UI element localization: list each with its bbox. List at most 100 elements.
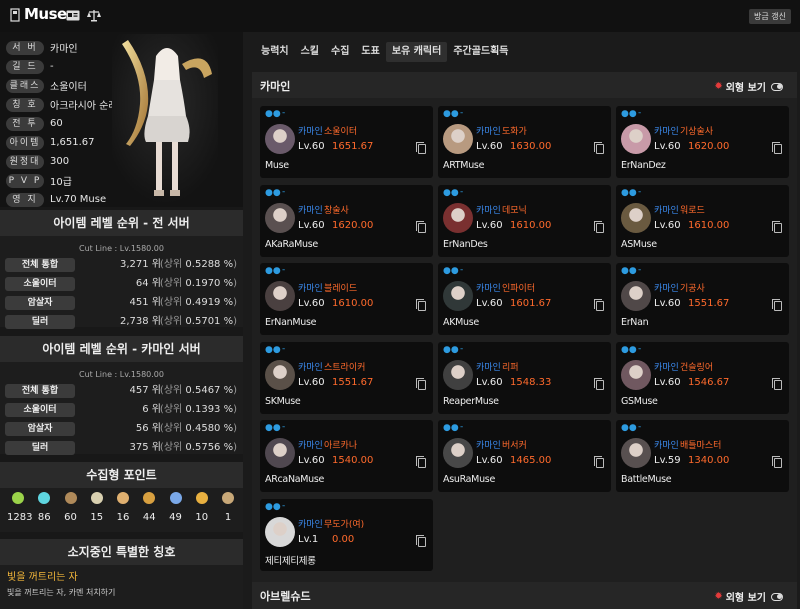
burst-icon: ✹ [714, 591, 723, 602]
look-toggle[interactable]: ✹ 외형 보기 [714, 79, 783, 94]
tab-4[interactable]: 보유 캐릭터 [385, 42, 448, 62]
copy-icon[interactable] [416, 220, 426, 233]
rank-percent: (상위 0.5288 %) [159, 259, 237, 270]
character-avatar [621, 202, 651, 233]
copy-icon[interactable] [772, 377, 782, 390]
collect-item[interactable]: 15 [86, 492, 108, 523]
character-avatar [621, 438, 651, 468]
character-class: 스트라이커 [324, 362, 366, 373]
top-bar: Muse 방금 갱신 [0, 0, 800, 32]
collect-item[interactable]: 60 [60, 492, 82, 523]
character-item-level: 1551.67 [332, 376, 374, 388]
collect-value: 15 [90, 512, 104, 523]
character-card[interactable]: ●● - 카마인 기상술사 Lv.60 1620.00 ErNanDez [616, 106, 789, 178]
collect-item[interactable]: 16 [112, 492, 134, 523]
character-card[interactable]: ●● - 카마인 도화가 Lv.60 1630.00 ARTMuse [438, 106, 611, 178]
tab-3[interactable]: 도표 [355, 42, 385, 62]
server-name: 아브렐슈드 [260, 590, 311, 603]
profile-value: - [50, 61, 54, 72]
character-card[interactable]: ●● - 카마인 아르카나 Lv.60 1540.00 ARcaNaMuse [260, 420, 433, 492]
character-name: ErNanMuse [265, 317, 317, 328]
copy-icon[interactable] [772, 142, 782, 154]
character-level: Lv.60 [654, 141, 681, 152]
copy-icon[interactable] [416, 377, 426, 390]
refresh-button[interactable]: 방금 갱신 [749, 9, 791, 24]
look-toggle[interactable]: ✹ 외형 보기 [714, 589, 783, 604]
character-card[interactable]: ●● - 카마인 데모닉 Lv.60 1610.00 ErNanDes [438, 184, 611, 257]
character-card[interactable]: ●● - 카마인 무도가(여) Lv.1 0.00 제티제티제롱 [260, 498, 433, 571]
character-level: Lv.60 [654, 298, 681, 309]
character-card[interactable]: ●● - 카마인 창술사 Lv.60 1620.00 AKaRaMuse [260, 184, 433, 257]
character-class: 데모닉 [502, 205, 527, 216]
rank-label: 암살자 [5, 422, 75, 436]
character-avatar [443, 202, 473, 233]
character-card[interactable]: ●● - 카마인 블레이드 Lv.60 1610.00 ErNanMuse [260, 263, 433, 335]
copy-icon[interactable] [772, 220, 782, 233]
character-class: 배틀마스터 [680, 441, 722, 451]
id-card-icon[interactable] [66, 10, 80, 21]
character-card[interactable]: ●● - 카마인 스트라이커 Lv.60 1551.67 SKMuse [260, 341, 433, 414]
guild-dash: - [638, 422, 642, 432]
character-card[interactable]: ●● - 카마인 건슬링어 Lv.60 1546.67 GSMuse [616, 341, 789, 414]
character-name: AKMuse [443, 317, 479, 328]
rank-value: 56 위 [135, 423, 161, 434]
character-class: 무도가(여) [324, 519, 365, 530]
character-server: 카마인 [298, 519, 323, 530]
character-server: 카마인 [654, 205, 679, 216]
copy-icon[interactable] [416, 142, 426, 154]
users-icon: ●● [621, 187, 637, 198]
tab-0[interactable]: 능력치 [255, 42, 295, 62]
toggle-icon[interactable] [771, 592, 783, 601]
tab-5[interactable]: 주간골드획득 [447, 42, 514, 62]
copy-icon[interactable] [594, 456, 604, 468]
collect-item[interactable]: 86 [33, 492, 55, 523]
collect-item[interactable]: 1 [217, 492, 239, 523]
character-class: 버서커 [502, 441, 527, 451]
character-card[interactable]: ●● - 카마인 리퍼 Lv.60 1548.33 ReaperMuse [438, 341, 611, 414]
character-card[interactable]: ●● - 카마인 기공사 Lv.60 1551.67 ErNan [616, 263, 789, 335]
character-card[interactable]: ●● - 카마인 버서커 Lv.60 1465.00 AsuRaMuse [438, 420, 611, 492]
profile-value: 10급 [50, 177, 72, 188]
guild-dash: - [282, 108, 286, 118]
tab-2[interactable]: 수집 [325, 42, 355, 62]
tab-1[interactable]: 스킬 [295, 42, 325, 62]
character-name: ARcaNaMuse [265, 474, 325, 485]
bookmark-icon[interactable] [9, 8, 21, 22]
copy-icon[interactable] [416, 534, 426, 547]
look-label: 외형 보기 [725, 83, 766, 94]
rank-server-cutline: Cut Line : Lv.1580.00 [79, 370, 164, 379]
collect-item[interactable]: 49 [165, 492, 187, 523]
collect-item[interactable]: 10 [191, 492, 213, 523]
character-card[interactable]: ●● - 카마인 인파이터 Lv.60 1601.67 AKMuse [438, 263, 611, 335]
copy-icon[interactable] [772, 299, 782, 311]
character-class: 아르카나 [324, 441, 358, 451]
character-item-level: 1465.00 [510, 455, 552, 466]
character-card[interactable]: ●● - 카마인 배틀마스터 Lv.59 1340.00 BattleMuse [616, 420, 789, 492]
collect-item[interactable]: 1283 [7, 492, 32, 523]
scale-icon[interactable] [87, 9, 101, 22]
collect-value: 44 [142, 512, 156, 523]
copy-icon[interactable] [772, 456, 782, 468]
character-name: Muse [24, 5, 67, 23]
collect-item[interactable]: 44 [138, 492, 160, 523]
character-name: ASMuse [621, 238, 657, 250]
guild-dash: - [460, 186, 464, 197]
copy-icon[interactable] [416, 456, 426, 468]
character-name: ErNanDes [443, 238, 488, 250]
character-avatar [621, 124, 651, 154]
character-class: 기상술사 [680, 127, 714, 137]
toggle-icon[interactable] [771, 82, 783, 91]
users-icon: ●● [443, 109, 459, 119]
copy-icon[interactable] [594, 142, 604, 154]
copy-icon[interactable] [594, 377, 604, 390]
users-icon: ●● [621, 344, 637, 355]
copy-icon[interactable] [594, 299, 604, 311]
character-avatar [265, 438, 295, 468]
profile-value: Lv.70 Muse [50, 194, 107, 205]
users-icon: ●● [265, 344, 281, 355]
rank-row: 암살자 451 위 (상위 0.4919 %) [5, 296, 237, 311]
copy-icon[interactable] [416, 299, 426, 311]
character-card[interactable]: ●● - 카마인 소울이터 Lv.60 1651.67 Muse [260, 106, 433, 178]
copy-icon[interactable] [594, 220, 604, 233]
character-card[interactable]: ●● - 카마인 워로드 Lv.60 1610.00 ASMuse [616, 184, 789, 257]
